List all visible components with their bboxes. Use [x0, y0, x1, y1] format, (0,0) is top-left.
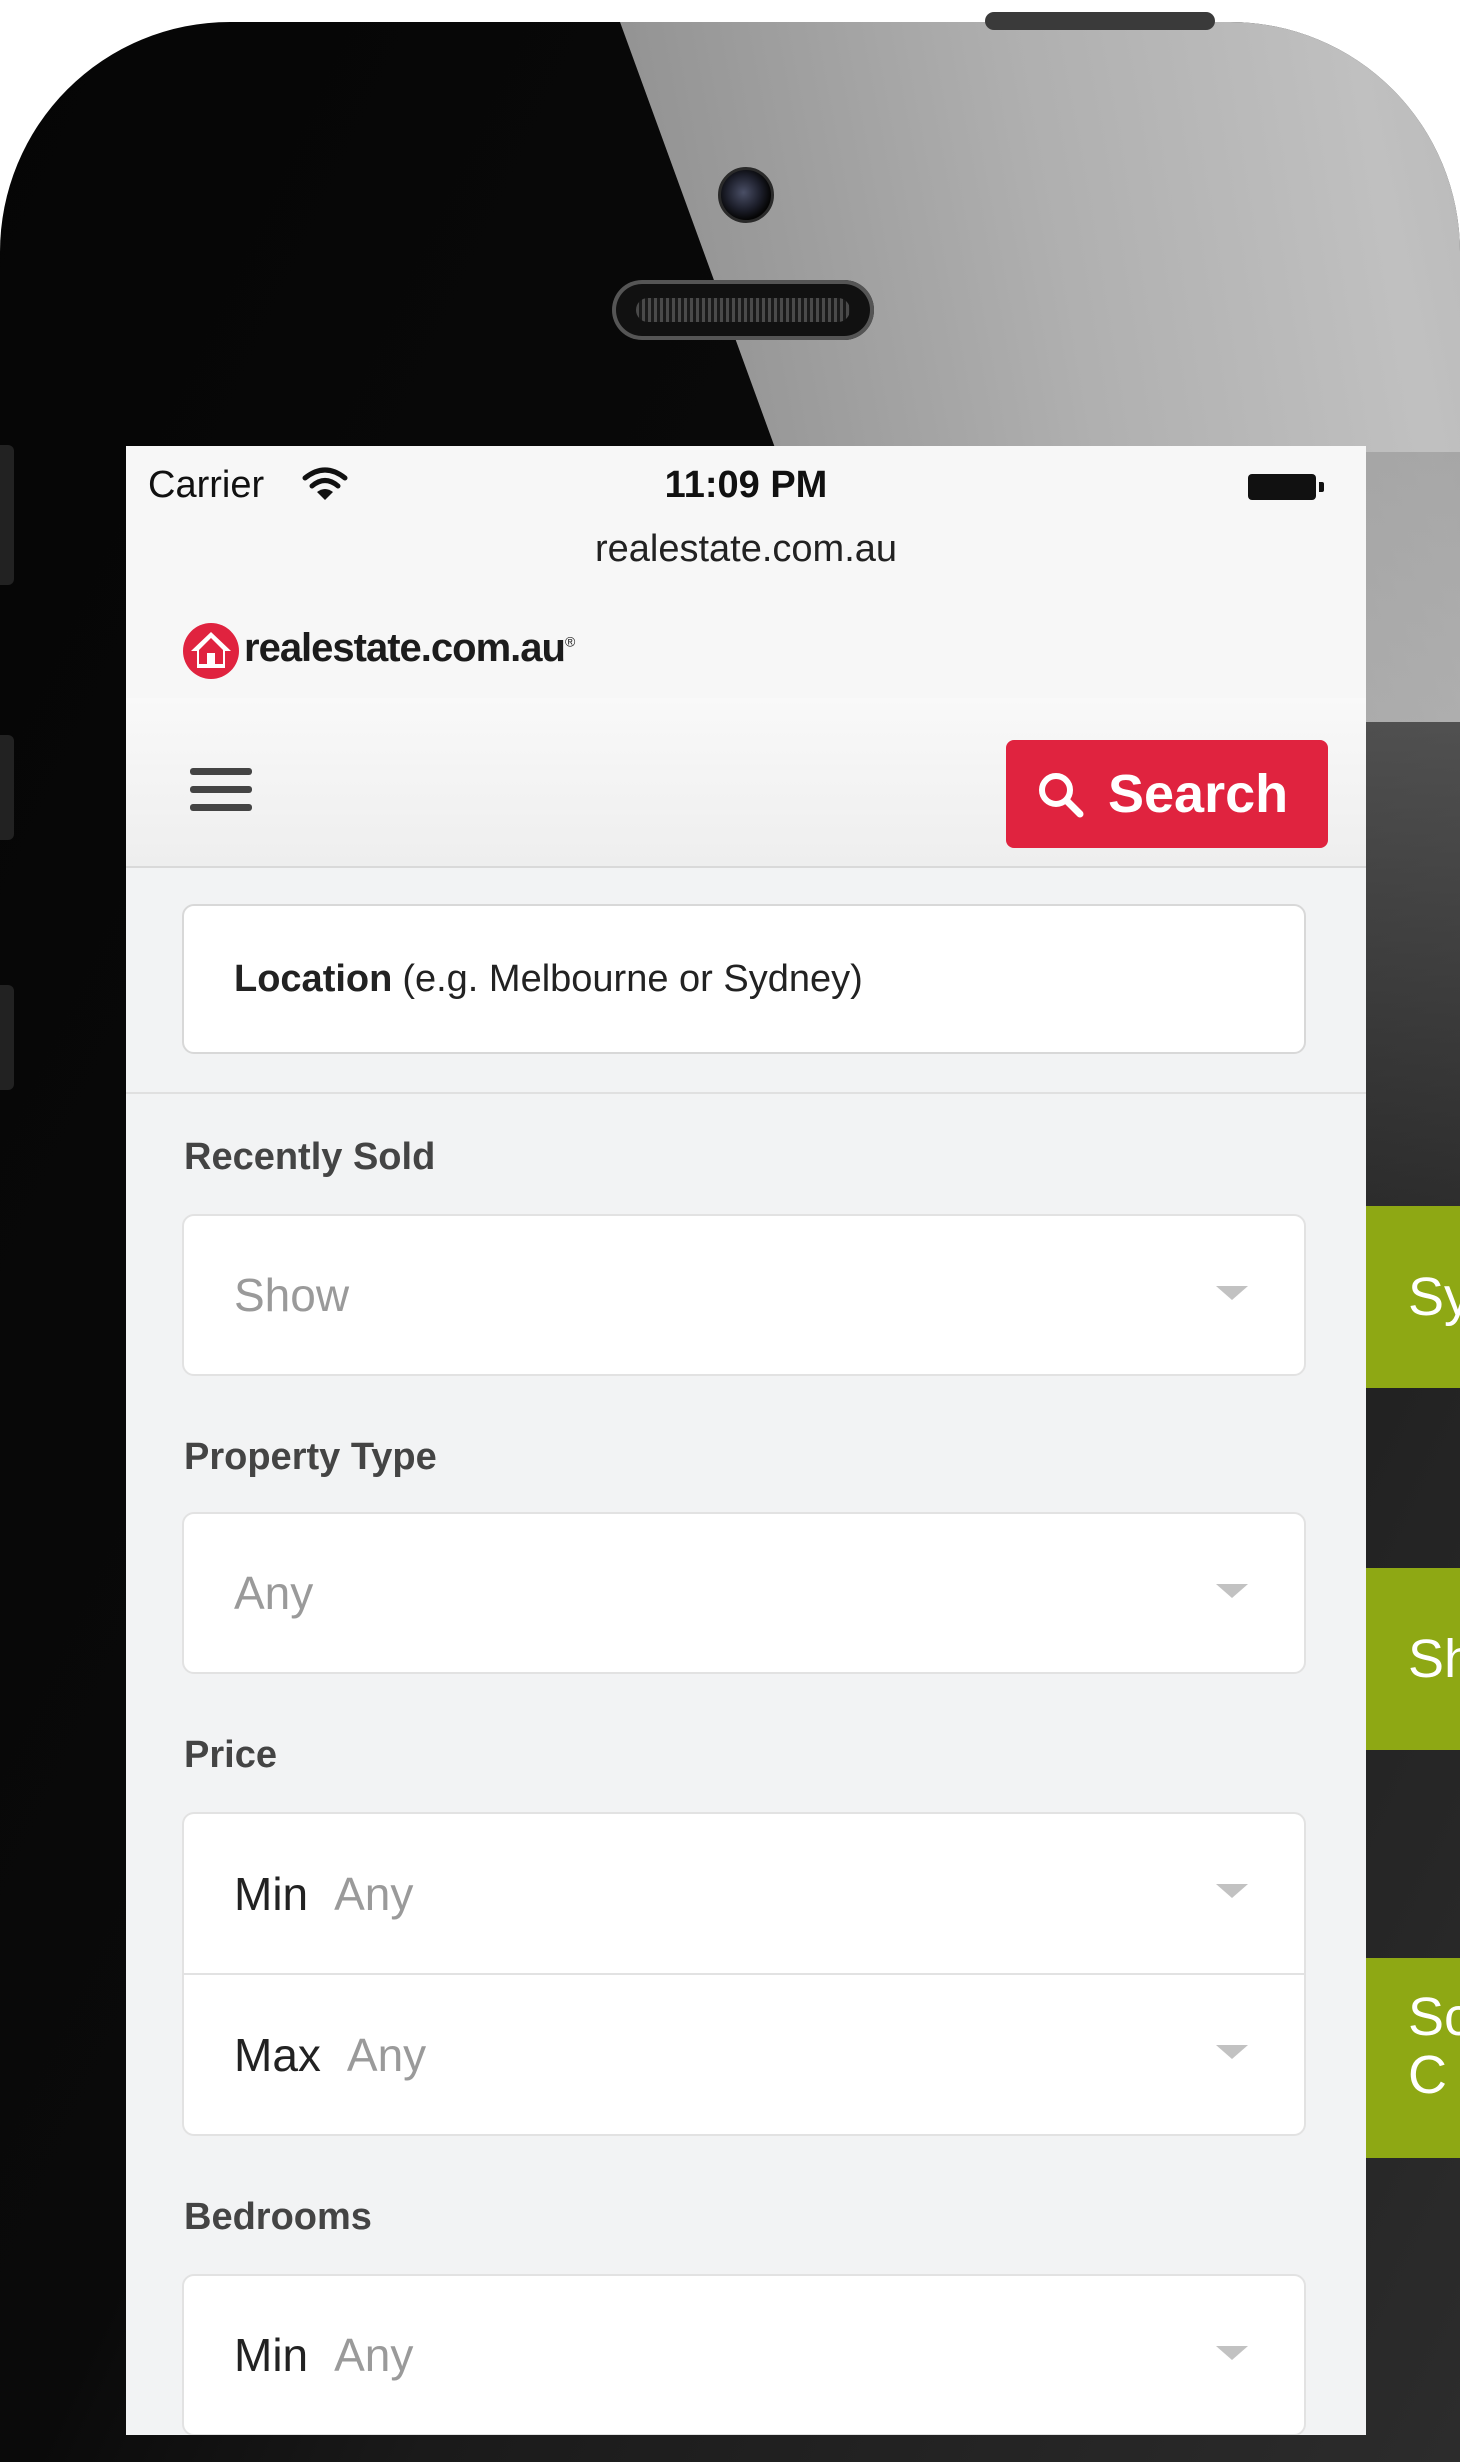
search-button[interactable]: Search — [1006, 740, 1328, 848]
divider — [126, 1092, 1366, 1094]
bedrooms-min-select[interactable]: Min Any — [182, 2274, 1306, 2435]
camera-icon — [718, 167, 774, 223]
location-input[interactable]: Location (e.g. Melbourne or Sydney) — [182, 904, 1306, 1054]
property-type-label: Property Type — [184, 1436, 437, 1478]
search-icon — [1039, 773, 1084, 818]
side-tab-3-line-1: Sc — [1408, 1987, 1460, 2047]
price-label: Price — [184, 1734, 277, 1776]
chevron-down-icon — [1216, 2045, 1248, 2059]
recently-sold-label: Recently Sold — [184, 1136, 436, 1178]
price-min-select[interactable]: Min Any — [182, 1812, 1306, 1974]
price-max-value: Any — [346, 2028, 427, 2081]
location-label: Location — [234, 957, 393, 1000]
address-bar-url[interactable]: realestate.com.au — [126, 528, 1366, 571]
volume-down-button — [0, 985, 14, 1090]
chevron-down-icon — [1216, 1584, 1248, 1598]
price-min-label: Min — [234, 1867, 309, 1920]
property-type-select[interactable]: Any — [182, 1512, 1306, 1674]
location-hint: (e.g. Melbourne or Sydney) — [402, 957, 863, 1000]
chevron-down-icon — [1216, 2346, 1248, 2360]
navbar: Search — [126, 698, 1366, 868]
clock: 11:09 PM — [664, 464, 828, 506]
search-button-label: Search — [1108, 764, 1289, 824]
property-type-value: Any — [234, 1567, 314, 1619]
price-max-label: Max — [234, 2028, 321, 2081]
site-logo[interactable]: realestate.com.au® — [244, 626, 575, 671]
battery-icon — [1248, 474, 1324, 500]
hamburger-menu-icon[interactable] — [190, 768, 252, 812]
mute-switch — [0, 445, 14, 585]
speaker-grille — [612, 280, 874, 340]
recently-sold-value: Show — [234, 1269, 350, 1321]
chevron-down-icon — [1216, 1286, 1248, 1300]
side-tab-3-line-2: C — [1408, 2045, 1447, 2105]
side-tab-3[interactable]: Sc C — [1364, 1958, 1460, 2158]
power-button — [985, 12, 1215, 30]
bedrooms-min-value: Any — [334, 2329, 414, 2381]
phone-screen: Carrier 11:09 PM realestate.com.au reale… — [126, 446, 1366, 2435]
status-bar: Carrier 11:09 PM realestate.com.au — [126, 446, 1366, 604]
price-max-select[interactable]: Max Any — [182, 1974, 1306, 2136]
recently-sold-select[interactable]: Show — [182, 1214, 1306, 1376]
price-min-value: Any — [334, 1867, 414, 1920]
site-header: realestate.com.au® — [126, 602, 1366, 699]
side-tab-1[interactable]: Sy — [1364, 1206, 1460, 1388]
bedrooms-min-label: Min — [234, 2329, 309, 2381]
side-tab-1-text: Sy — [1408, 1267, 1460, 1327]
bedrooms-label: Bedrooms — [184, 2196, 372, 2238]
house-logo-icon — [183, 623, 239, 679]
side-tab-2-text: Sh — [1408, 1629, 1460, 1689]
volume-up-button — [0, 735, 14, 840]
side-tab-2[interactable]: Sh — [1364, 1568, 1460, 1750]
chevron-down-icon — [1216, 1884, 1248, 1898]
registered-mark: ® — [564, 633, 575, 650]
site-logo-text: realestate.com.au — [244, 626, 566, 670]
